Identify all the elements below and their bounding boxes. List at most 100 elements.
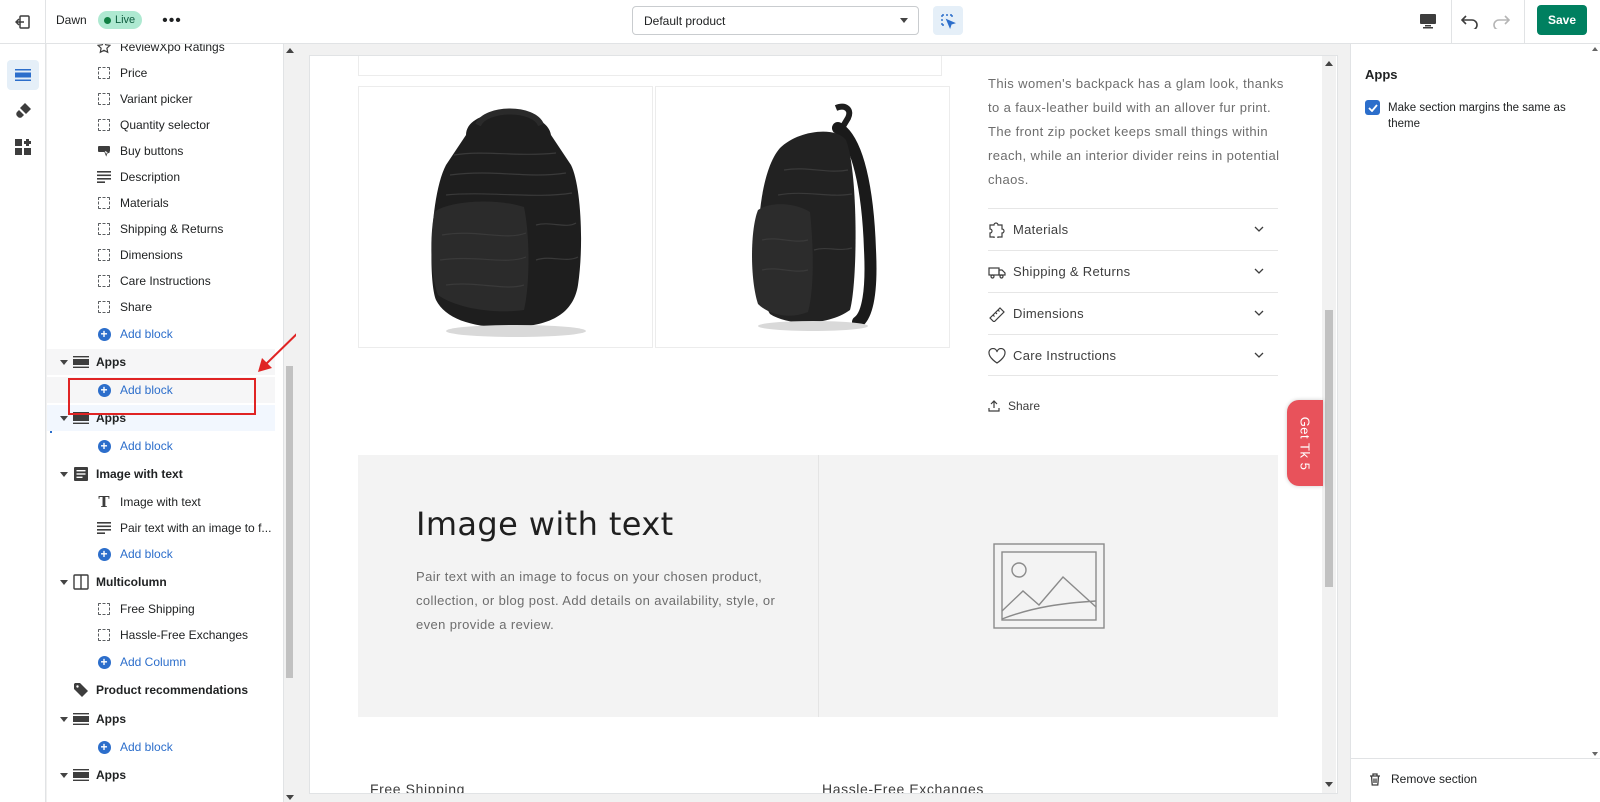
block-row[interactable]: Description xyxy=(47,164,275,190)
multicolumn-heading-1: Free Shipping xyxy=(370,781,465,793)
storefront-preview: This women's backpack has a glam look, t… xyxy=(310,56,1337,793)
floating-tab-label: Get Tk 5 xyxy=(1297,416,1313,470)
section-row-apps[interactable]: Apps xyxy=(47,706,275,732)
section-row-multicolumn[interactable]: Multicolumn xyxy=(47,569,275,595)
inspector-toggle-button[interactable] xyxy=(933,6,963,35)
template-select[interactable]: Default product xyxy=(632,6,919,35)
scroll-up-icon[interactable] xyxy=(286,48,294,53)
block-row[interactable]: Price xyxy=(47,60,275,86)
floating-reward-tab[interactable]: Get Tk 5 xyxy=(1287,400,1323,486)
heart-icon xyxy=(988,347,1006,364)
dashed-block-icon xyxy=(97,628,111,642)
sections-icon xyxy=(15,69,31,81)
block-row[interactable]: Care Instructions xyxy=(47,268,275,294)
settings-title: Apps xyxy=(1365,67,1398,82)
image-with-text-heading: Image with text xyxy=(416,505,674,543)
scroll-up-icon[interactable] xyxy=(1325,61,1333,66)
undo-button[interactable] xyxy=(1458,9,1482,33)
paintbrush-icon xyxy=(16,103,31,118)
sections-panel: ReviewXpo Ratings Price Variant picker Q… xyxy=(47,44,283,802)
theme-settings-tab[interactable] xyxy=(7,96,39,126)
block-row[interactable]: Quantity selector xyxy=(47,112,275,138)
annotation-highlight-box xyxy=(68,378,256,415)
add-block-label: Add block xyxy=(120,547,173,561)
cursor-button-icon xyxy=(97,144,111,158)
block-label: Buy buttons xyxy=(120,144,184,158)
preview-scrollbar-thumb[interactable] xyxy=(1325,310,1333,587)
add-block-button[interactable]: + Add block xyxy=(47,541,275,567)
accordion-materials[interactable]: Materials xyxy=(988,208,1278,250)
top-bar: Dawn Live ••• Default product Save xyxy=(0,0,1600,44)
section-row-image-with-text[interactable]: Image with text xyxy=(47,461,275,487)
caret-down-icon xyxy=(60,359,68,365)
block-label: Image with text xyxy=(120,495,201,509)
block-row[interactable]: Materials xyxy=(47,190,275,216)
add-block-button[interactable]: + Add block xyxy=(47,433,275,459)
section-row-apps[interactable]: Apps xyxy=(47,762,275,788)
caret-down-icon xyxy=(60,415,68,421)
block-row[interactable]: Shipping & Returns xyxy=(47,216,275,242)
block-label: Variant picker xyxy=(120,92,193,106)
live-status-badge: Live xyxy=(98,11,143,29)
add-block-button[interactable]: + Add block xyxy=(47,321,275,347)
block-row[interactable]: Share xyxy=(47,294,275,320)
block-row[interactable]: T Image with text xyxy=(47,489,275,515)
block-label: Quantity selector xyxy=(120,118,211,132)
image-with-text-section[interactable]: Image with text Pair text with an image … xyxy=(358,455,1278,717)
exit-button[interactable] xyxy=(0,0,46,44)
accordion-label: Care Instructions xyxy=(1013,347,1117,363)
add-column-button[interactable]: + Add Column xyxy=(47,649,275,675)
section-icon xyxy=(73,355,89,369)
share-button[interactable]: Share xyxy=(988,399,1040,413)
remove-section-button[interactable]: Remove section xyxy=(1369,772,1477,786)
product-image-front[interactable] xyxy=(358,86,653,348)
block-row[interactable]: Pair text with an image to f... xyxy=(47,515,275,541)
plus-circle-icon: + xyxy=(97,439,111,453)
plus-circle-icon: + xyxy=(97,655,111,669)
section-row-product-recommendations[interactable]: Product recommendations xyxy=(47,677,275,703)
add-block-button[interactable]: + Add block xyxy=(47,734,275,760)
dashed-block-icon xyxy=(97,118,111,132)
more-actions-button[interactable]: ••• xyxy=(160,10,184,32)
section-settings-panel: Apps Make section margins the same as th… xyxy=(1350,44,1600,802)
plus-circle-icon: + xyxy=(97,327,111,341)
margins-checkbox[interactable] xyxy=(1365,100,1380,115)
accordion-shipping-returns[interactable]: Shipping & Returns xyxy=(988,250,1278,292)
remove-section-label: Remove section xyxy=(1391,772,1478,786)
block-row[interactable]: ReviewXpo Ratings xyxy=(47,44,275,60)
margins-checkbox-label[interactable]: Make section margins the same as theme xyxy=(1388,100,1583,132)
backpack-side-image xyxy=(751,103,876,331)
plus-circle-icon: + xyxy=(97,547,111,561)
block-row[interactable]: Variant picker xyxy=(47,86,275,112)
accordion-dimensions[interactable]: Dimensions xyxy=(988,292,1278,334)
redo-button[interactable] xyxy=(1489,9,1513,33)
block-row[interactable]: Buy buttons xyxy=(47,138,275,164)
block-row[interactable]: Free Shipping xyxy=(47,596,275,622)
block-label: Free Shipping xyxy=(120,602,195,616)
apps-icon xyxy=(15,139,31,155)
scroll-down-icon[interactable] xyxy=(1592,752,1598,756)
dashed-block-icon xyxy=(97,300,111,314)
sections-scrollbar-thumb[interactable] xyxy=(286,366,293,678)
template-select-value: Default product xyxy=(644,13,726,28)
image-with-text-body: Pair text with an image to focus on your… xyxy=(416,569,776,632)
block-row[interactable]: Hassle-Free Exchanges xyxy=(47,622,275,648)
text-lines-icon xyxy=(97,170,111,184)
live-dot-icon xyxy=(104,16,111,24)
block-label: Share xyxy=(120,300,153,314)
scroll-up-icon[interactable] xyxy=(1592,47,1598,51)
scroll-down-icon[interactable] xyxy=(1325,782,1333,787)
section-row-apps[interactable]: Apps xyxy=(47,349,275,375)
dashed-block-icon xyxy=(97,248,111,262)
accordion-care-instructions[interactable]: Care Instructions xyxy=(988,334,1278,376)
section-label: Image with text xyxy=(96,467,183,481)
save-button[interactable]: Save xyxy=(1537,5,1587,35)
desktop-view-button[interactable] xyxy=(1416,10,1440,32)
scroll-down-icon[interactable] xyxy=(286,795,294,800)
section-label: Product recommendations xyxy=(96,683,249,697)
app-embeds-tab[interactable] xyxy=(7,132,39,162)
sections-tab[interactable] xyxy=(7,60,39,90)
toolbar-divider xyxy=(1524,0,1525,44)
block-row[interactable]: Dimensions xyxy=(47,242,275,268)
product-image-side[interactable] xyxy=(655,86,950,348)
